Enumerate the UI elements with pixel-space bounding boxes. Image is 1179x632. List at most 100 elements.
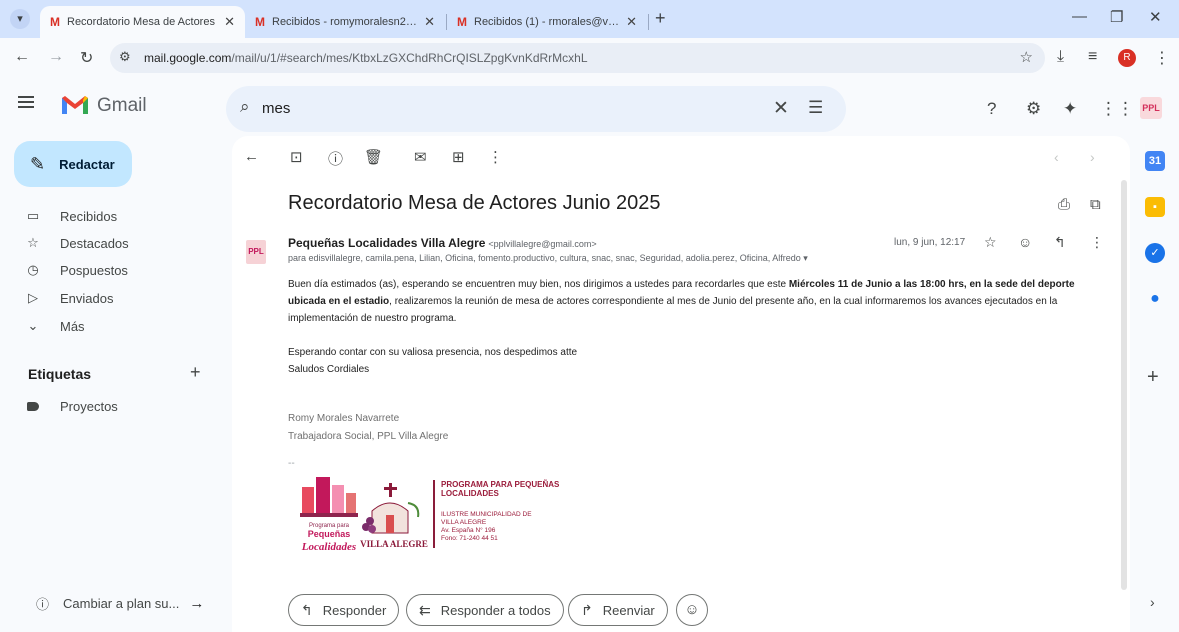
change-plan-link[interactable]: ⓘ Cambiar a plan su... → [36,594,204,613]
back-to-search-icon[interactable]: ← [244,148,259,165]
hide-side-panel-icon[interactable]: › [1150,594,1155,610]
url-path: /mail/u/1/#search/mes/KtbxLzGXChdRhCrQIS… [231,51,588,65]
email-date: lun, 9 jun, 12:17 [894,237,966,248]
emoji-reaction-button[interactable]: ☺ [676,594,708,626]
sidebar-item-destacados[interactable]: ☆ Destacados [24,230,129,256]
gmail-logo-icon[interactable] [60,94,90,116]
get-addons-icon[interactable]: + [1147,366,1159,389]
search-input[interactable]: mes [262,100,290,117]
restore-icon[interactable]: ❐ [1110,8,1123,26]
site-settings-icon[interactable]: ⚙ [119,49,131,65]
logo-sub-line: Fono: 71-240 44 51 [441,535,498,542]
sidebar-item-recibidos[interactable]: ▭ Recibidos [24,203,117,229]
sender-avatar[interactable]: PPL [246,240,266,264]
recipients-text: para edisvillalegre, camila.pena, Lilian… [288,253,801,263]
newer-icon[interactable]: ‹ [1054,149,1059,165]
logo-sub-line: ILUSTRE MUNICIPALIDAD DE [441,511,532,518]
sidebar-item-label: Proyectos [60,398,118,414]
forward-icon[interactable]: → [48,48,64,66]
more-actions-icon[interactable]: ⋮ [488,148,503,166]
villa-alegre-logo: VILLA ALEGRE [360,483,428,549]
search-bar[interactable]: ⌕ mes ✕ ☰ [226,86,846,132]
close-tab-icon[interactable]: ✕ [626,14,637,30]
main-menu-icon[interactable] [18,96,34,111]
archive-icon[interactable]: ⊡ [290,148,303,166]
minimize-icon[interactable]: — [1072,8,1087,25]
profile-avatar[interactable]: R [1118,49,1136,67]
sidebar-label-proyectos[interactable]: Proyectos [24,393,118,419]
tab-recibidos-1[interactable]: M Recibidos - romymoralesn25@ ✕ [245,6,445,38]
older-icon[interactable]: › [1090,149,1095,165]
gmail-wordmark: Gmail [97,95,147,116]
logo-program-title: PROGRAMA PARA PEQUEÑAS LOCALIDADES [441,480,559,498]
tab-search-button[interactable]: ▾ [10,9,30,29]
reload-icon[interactable]: ↻ [80,48,93,68]
mark-unread-icon[interactable]: ✉ [414,148,427,166]
download-icon[interactable]: ⤓ [1057,48,1064,66]
recipients-line[interactable]: para edisvillalegre, camila.pena, Lilian… [288,253,808,264]
close-window-icon[interactable]: ✕ [1149,8,1162,26]
open-new-window-icon[interactable]: ⧉ [1090,196,1101,213]
reply-label: Responder [322,602,387,618]
account-avatar[interactable]: PPL [1140,97,1162,119]
media-queue-icon[interactable]: ≡ [1088,48,1097,66]
add-label-icon[interactable]: + [190,362,201,383]
tasks-icon[interactable]: ✓ [1145,243,1165,263]
sidebar-item-enviados[interactable]: ▷ Enviados [24,285,113,311]
compose-button[interactable]: ✎ Redactar [14,141,132,187]
label-tag-icon [24,399,42,414]
back-icon[interactable]: ← [14,48,30,66]
reply-icon[interactable]: ↰ [1054,234,1066,251]
close-tab-icon[interactable]: ✕ [224,14,235,30]
more-message-icon[interactable]: ⋮ [1090,234,1104,251]
pencil-icon: ✎ [30,153,46,174]
apps-grid-icon[interactable]: ⋮⋮ [1100,99,1134,119]
calendar-icon[interactable]: 31 [1145,151,1165,171]
search-options-icon[interactable]: ☰ [808,98,823,118]
delete-icon[interactable]: 🗑︎ [364,148,383,166]
tab-recordatorio[interactable]: M Recordatorio Mesa de Actores ✕ [40,6,245,38]
recipients-expand-icon[interactable]: ▾ [803,253,808,263]
browser-menu-icon[interactable]: ⋮ [1154,48,1170,68]
clear-search-icon[interactable]: ✕ [773,97,789,120]
logo-title-line: PROGRAMA PARA PEQUEÑAS [441,480,560,489]
scrollbar[interactable] [1121,180,1127,590]
sidebar-item-label: Recibidos [60,208,118,224]
browser-toolbar: ← → ↻ ⚙ mail.google.com/mail/u/1/#search… [0,38,1179,78]
compose-label: Redactar [59,156,115,172]
forward-button[interactable]: ↱ Reenviar [568,594,668,626]
address-bar[interactable]: ⚙ mail.google.com/mail/u/1/#search/mes/K… [110,43,1045,73]
change-plan-label: Cambiar a plan su... [63,596,180,611]
new-tab-icon[interactable]: + [655,8,666,29]
gmail-favicon-icon: M [50,15,60,29]
body-rest: , realizaremos la reunión de mesa de act… [288,296,1058,324]
sender-name[interactable]: Pequeñas Localidades Villa Alegre [288,236,485,250]
move-to-icon[interactable]: ⊞ [452,148,465,166]
settings-gear-icon[interactable]: ⚙ [1026,99,1041,119]
search-icon[interactable]: ⌕ [240,97,250,117]
report-spam-icon[interactable]: ⓘ [328,148,343,169]
bookmark-star-icon[interactable]: ☆ [1020,48,1033,66]
sidebar-item-label: Destacados [60,235,129,251]
forward-label: Reenviar [602,602,655,618]
print-icon[interactable]: ⎙ [1058,196,1070,213]
tab-recibidos-2[interactable]: M Recibidos (1) - rmorales@villal ✕ [447,6,647,38]
browser-tab-bar: ▾ M Recordatorio Mesa de Actores ✕ M Rec… [0,0,1179,38]
star-icon[interactable]: ☆ [984,234,997,251]
gmail-favicon-icon: M [457,15,467,29]
reply-all-button[interactable]: ⇇ Responder a todos [406,594,564,626]
contacts-icon[interactable]: ● [1145,289,1165,309]
send-icon: ▷ [28,290,38,305]
gemini-sparkle-icon[interactable]: ✦ [1063,99,1077,119]
sidebar-item-mas[interactable]: ⌄ Más [24,313,85,339]
reply-all-icon: ⇇ [419,601,431,618]
signature-name: Romy Morales Navarrete [288,413,400,424]
sidebar-item-pospuestos[interactable]: ◷ Pospuestos [24,257,128,283]
logo-sub-line: Av. España N° 196 [441,527,496,534]
inbox-icon: ▭ [26,208,40,223]
help-icon[interactable]: ? [987,99,996,119]
keep-icon[interactable]: ▪ [1145,197,1165,217]
close-tab-icon[interactable]: ✕ [424,14,435,30]
reply-button[interactable]: ↰ Responder [288,594,400,626]
add-reaction-icon[interactable]: ☺ [1018,234,1032,250]
